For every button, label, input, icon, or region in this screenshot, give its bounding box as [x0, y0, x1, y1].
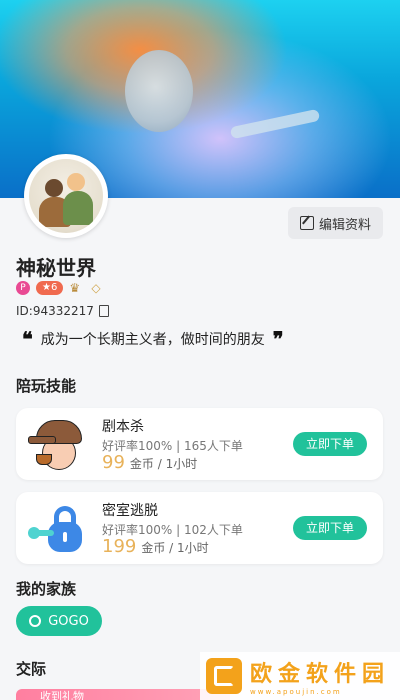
watermark: 欧金软件园 www.apoujin.com — [200, 652, 400, 700]
skill-name: 密室逃脱 — [102, 503, 158, 519]
detective-icon — [28, 416, 90, 472]
watermark-subtitle: www.apoujin.com — [250, 688, 342, 696]
badge-row: P ★6 ♛ ◇ — [16, 281, 107, 295]
order-now-button[interactable]: 立即下单 — [293, 432, 367, 456]
quote-close-icon: ❞ — [272, 327, 284, 351]
level-value: 6 — [50, 282, 58, 293]
skill-price: 199 金币 / 1小时 — [102, 536, 209, 557]
avatar-figure-2-head — [67, 173, 85, 191]
avatar-figure-1-head — [45, 179, 63, 197]
watermark-text: 欧金软件园 www.apoujin.com — [250, 656, 390, 696]
detective-icon-brim — [28, 436, 56, 444]
detective-icon-pipe — [36, 454, 52, 465]
signature: ❝ 成为一个长期主义者，做时间的朋友 ❞ — [14, 329, 292, 349]
nickname: 神秘世界 — [16, 256, 96, 280]
skill-price: 99 金币 / 1小时 — [102, 452, 197, 473]
medal-icon — [29, 615, 42, 627]
diamond-icon: ◇ — [91, 281, 101, 295]
skill-card[interactable]: 剧本杀 好评率100% | 165人下单 99 金币 / 1小时 立即下单 — [16, 408, 383, 480]
social-section-title: 交际 — [16, 660, 47, 678]
family-name: GOGO — [48, 613, 89, 629]
skill-price-value: 99 — [102, 452, 125, 473]
watermark-logo-icon — [206, 658, 242, 694]
skills-section-title: 陪玩技能 — [16, 377, 77, 395]
crown-icon: ♛ — [69, 281, 81, 295]
watermark-title: 欧金软件园 — [250, 662, 391, 687]
user-id-text: ID:94332217 — [16, 304, 94, 318]
skill-card[interactable]: 密室逃脱 好评率100% | 102人下单 199 金币 / 1小时 立即下单 — [16, 492, 383, 564]
signature-text: 成为一个长期主义者，做时间的朋友 — [40, 332, 265, 348]
edit-profile-button[interactable]: 编辑资料 — [288, 207, 383, 239]
user-id: ID:94332217 — [16, 303, 109, 318]
family-chip[interactable]: GOGO — [16, 606, 102, 636]
avatar[interactable] — [24, 154, 108, 238]
copy-icon[interactable] — [95, 303, 109, 317]
order-now-button[interactable]: 立即下单 — [293, 516, 367, 540]
skill-price-unit: 金币 / 1小时 — [129, 457, 198, 471]
level-badge: ★6 — [36, 281, 64, 295]
key-icon-head — [28, 527, 40, 539]
quote-open-icon: ❝ — [22, 327, 33, 351]
avatar-figure-2-body — [63, 191, 93, 225]
edit-profile-label: 编辑资料 — [318, 217, 371, 233]
lock-icon-keyhole — [63, 532, 67, 542]
skill-name: 剧本杀 — [102, 419, 144, 435]
skill-price-value: 199 — [102, 536, 137, 557]
avatar-image — [29, 159, 103, 233]
skill-price-unit: 金币 / 1小时 — [141, 541, 209, 555]
edit-icon — [299, 216, 314, 230]
p-badge-icon: P — [16, 281, 30, 295]
cover-arm — [229, 108, 321, 140]
lock-key-icon — [28, 500, 90, 556]
cover-face — [125, 50, 193, 132]
received-gifts-bar[interactable]: 收到礼物 — [16, 689, 230, 700]
family-section-title: 我的家族 — [16, 580, 77, 598]
